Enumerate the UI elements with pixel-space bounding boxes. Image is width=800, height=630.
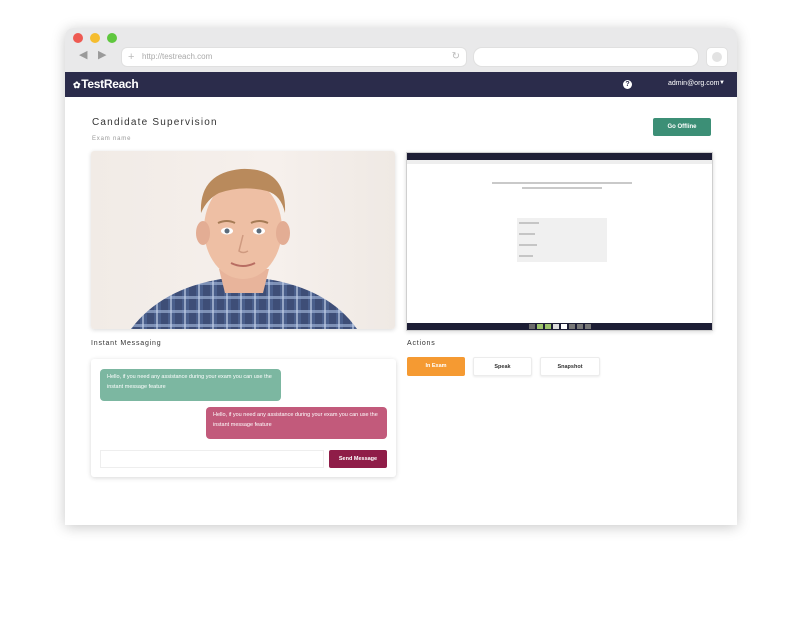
screen-control — [553, 324, 559, 329]
candidate-screen-share — [406, 152, 713, 331]
app-header: ✿TestReach ? admin@org.com ▼ — [65, 72, 737, 97]
screen-control — [569, 324, 575, 329]
candidate-video-feed — [91, 151, 395, 329]
question-lines — [492, 182, 632, 189]
candidate-portrait — [131, 168, 357, 329]
screen-top-bar — [407, 153, 712, 160]
browser-toolbar: ◀ ▶ + http://testreach.com ↻ — [65, 28, 737, 73]
back-arrow-icon[interactable]: ◀ — [79, 48, 87, 61]
screen-control — [561, 324, 567, 329]
browser-search-bar[interactable] — [473, 47, 699, 67]
message-input[interactable] — [100, 450, 324, 468]
browser-window: ◀ ▶ + http://testreach.com ↻ ✿TestReach … — [65, 28, 737, 525]
screen-control — [585, 324, 591, 329]
send-message-button[interactable]: Send Message — [329, 450, 387, 468]
circle-icon — [712, 52, 722, 62]
logo-text: TestReach — [81, 77, 139, 91]
url-text: http://testreach.com — [142, 52, 213, 61]
instant-messaging-label: Instant Messaging — [91, 340, 162, 347]
reload-icon[interactable]: ↻ — [452, 48, 460, 66]
option-lines — [511, 221, 539, 257]
maximize-window-icon[interactable] — [107, 33, 117, 43]
go-offline-button[interactable]: Go Offline — [653, 118, 711, 136]
extension-button[interactable] — [706, 47, 728, 67]
help-icon[interactable]: ? — [623, 80, 632, 89]
snapshot-button[interactable]: Snapshot — [540, 357, 600, 376]
screen-control — [545, 324, 551, 329]
page-title: Candidate Supervision — [92, 117, 218, 128]
incoming-message: Hello, if you need any assistance during… — [100, 369, 281, 401]
screen-answer-options — [511, 218, 607, 262]
screen-control — [537, 324, 543, 329]
chat-panel: Hello, if you need any assistance during… — [91, 359, 396, 477]
testreach-logo[interactable]: ✿TestReach — [73, 77, 139, 91]
plus-icon: + — [128, 51, 135, 63]
outgoing-message: Hello, if you need any assistance during… — [206, 407, 387, 439]
screen-question-text — [487, 181, 637, 193]
chevron-down-icon[interactable]: ▼ — [719, 80, 725, 86]
user-menu[interactable]: admin@org.com — [668, 80, 719, 87]
close-window-icon[interactable] — [73, 33, 83, 43]
minimize-window-icon[interactable] — [90, 33, 100, 43]
actions-label: Actions — [407, 340, 436, 347]
screen-control — [577, 324, 583, 329]
address-bar[interactable]: + http://testreach.com ↻ — [121, 47, 467, 67]
in-exam-button[interactable]: In Exam — [407, 357, 465, 376]
forward-arrow-icon[interactable]: ▶ — [98, 48, 106, 61]
exam-name-label: Exam name — [92, 136, 132, 142]
speak-button[interactable]: Speak — [473, 357, 532, 376]
screen-control — [529, 324, 535, 329]
screen-sub-bar — [407, 160, 712, 164]
screen-bottom-bar — [407, 323, 712, 330]
logo-flower-icon: ✿ — [73, 80, 81, 90]
